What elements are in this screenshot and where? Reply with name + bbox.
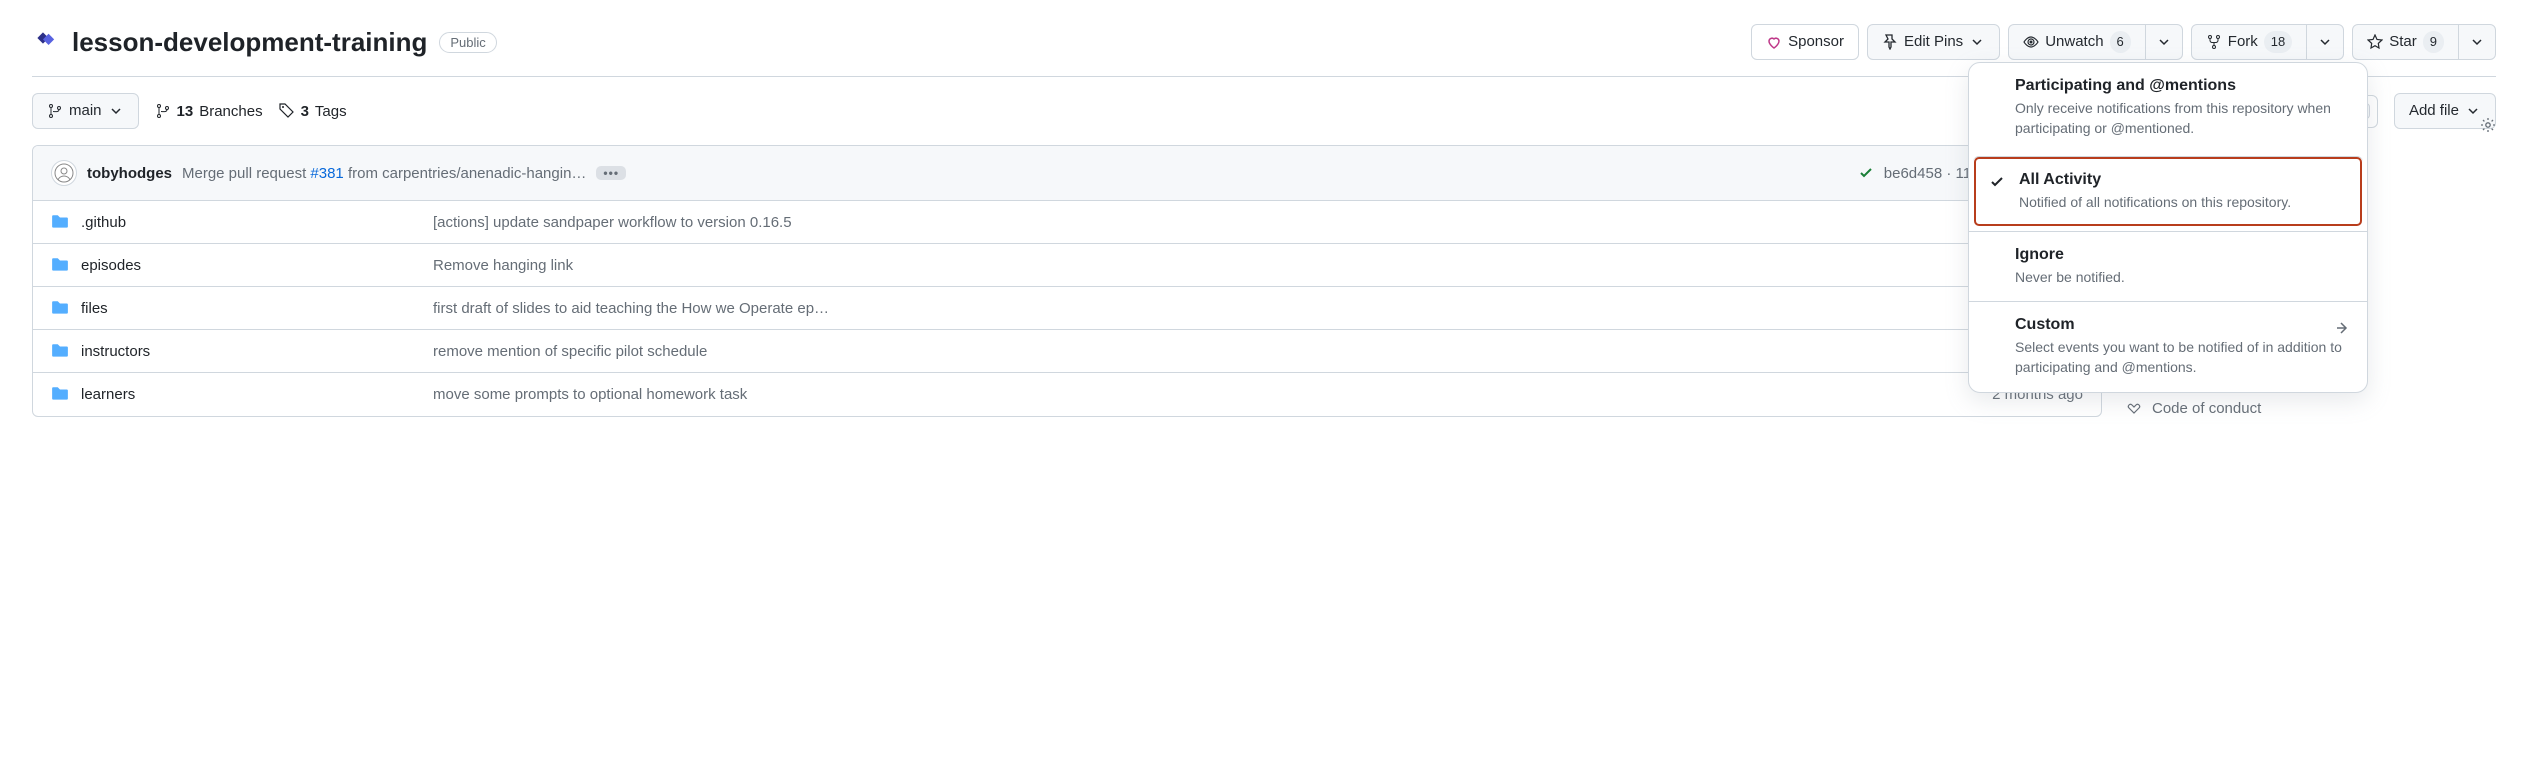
- chevron-down-icon: [2156, 34, 2172, 50]
- option-description: Select events you want to be notified of…: [2015, 338, 2349, 377]
- fork-button[interactable]: Fork 18: [2191, 24, 2307, 60]
- option-title: All Activity: [2019, 171, 2345, 189]
- notification-option[interactable]: All Activity Notified of all notification…: [1973, 156, 2363, 227]
- branches-link[interactable]: 13 Branches: [155, 103, 263, 120]
- arrow-right-icon: [2335, 320, 2351, 336]
- gear-icon[interactable]: [2480, 117, 2496, 133]
- visibility-badge: Public: [439, 32, 496, 53]
- option-title: Ignore: [2015, 246, 2349, 264]
- commit-author[interactable]: tobyhodges: [87, 165, 172, 182]
- star-icon: [2367, 34, 2383, 50]
- heart-icon: [1766, 34, 1782, 50]
- fork-icon: [2206, 34, 2222, 50]
- commit-message[interactable]: Merge pull request #381 from carpentries…: [182, 165, 586, 182]
- star-count: 9: [2423, 31, 2444, 53]
- option-description: Never be notified.: [2015, 268, 2349, 288]
- folder-icon: [51, 385, 69, 403]
- tag-icon: [279, 103, 295, 119]
- sponsor-button[interactable]: Sponsor: [1751, 24, 1859, 60]
- file-commit-msg[interactable]: Remove hanging link: [433, 257, 2063, 274]
- star-button[interactable]: Star 9: [2352, 24, 2459, 60]
- expand-commit-button[interactable]: •••: [596, 166, 626, 180]
- file-row[interactable]: learners move some prompts to optional h…: [33, 373, 2101, 415]
- file-name[interactable]: learners: [81, 386, 421, 403]
- chevron-down-icon: [1969, 34, 1985, 50]
- branch-icon: [155, 103, 171, 119]
- file-name[interactable]: .github: [81, 214, 421, 231]
- notifications-dropdown: Participating and @mentions Only receive …: [1968, 62, 2368, 393]
- unwatch-button[interactable]: Unwatch 6: [2008, 24, 2146, 60]
- chevron-down-icon: [108, 103, 124, 119]
- chevron-down-icon: [2465, 103, 2481, 119]
- folder-icon: [51, 342, 69, 360]
- tags-link[interactable]: 3 Tags: [279, 103, 347, 120]
- eye-icon: [2023, 34, 2039, 50]
- code-of-conduct-link[interactable]: Code of conduct: [2152, 400, 2261, 417]
- notification-option[interactable]: Custom Select events you want to be notif…: [1969, 301, 2367, 391]
- file-row[interactable]: files first draft of slides to aid teach…: [33, 287, 2101, 330]
- check-icon: [1989, 174, 2005, 190]
- chevron-down-icon: [2469, 34, 2485, 50]
- pr-link[interactable]: #381: [310, 165, 343, 182]
- star-dropdown-button[interactable]: [2458, 24, 2496, 60]
- file-name[interactable]: instructors: [81, 343, 421, 360]
- folder-icon: [51, 299, 69, 317]
- notification-option[interactable]: Ignore Never be notified.: [1969, 231, 2367, 302]
- option-description: Only receive notifications from this rep…: [2015, 99, 2349, 138]
- watch-dropdown-button[interactable]: [2145, 24, 2183, 60]
- branch-selector-button[interactable]: main: [32, 93, 139, 129]
- file-row[interactable]: instructors remove mention of specific p…: [33, 330, 2101, 373]
- option-description: Notified of all notifications on this re…: [2019, 193, 2345, 213]
- file-row[interactable]: .github [actions] update sandpaper workf…: [33, 201, 2101, 244]
- check-icon[interactable]: [1858, 165, 1874, 181]
- file-name[interactable]: files: [81, 300, 421, 317]
- fork-dropdown-button[interactable]: [2306, 24, 2344, 60]
- code-of-conduct-icon: [2126, 401, 2142, 417]
- folder-icon: [51, 256, 69, 274]
- file-row[interactable]: episodes Remove hanging link 2: [33, 244, 2101, 287]
- chevron-down-icon: [2317, 34, 2333, 50]
- edit-pins-button[interactable]: Edit Pins: [1867, 24, 2000, 60]
- option-title: Participating and @mentions: [2015, 77, 2349, 95]
- pin-icon: [1882, 34, 1898, 50]
- option-title: Custom: [2015, 316, 2349, 334]
- fork-count: 18: [2264, 31, 2292, 53]
- file-commit-msg[interactable]: move some prompts to optional homework t…: [433, 386, 1980, 403]
- file-name[interactable]: episodes: [81, 257, 421, 274]
- watch-count: 6: [2110, 31, 2131, 53]
- folder-icon: [51, 213, 69, 231]
- avatar[interactable]: [51, 160, 77, 186]
- file-commit-msg[interactable]: [actions] update sandpaper workflow to v…: [433, 214, 2071, 231]
- file-commit-msg[interactable]: remove mention of specific pilot schedul…: [433, 343, 2071, 360]
- notification-option[interactable]: Participating and @mentions Only receive …: [1969, 63, 2367, 152]
- repo-title[interactable]: lesson-development-training: [72, 27, 427, 58]
- file-listing: tobyhodges Merge pull request #381 from …: [32, 145, 2102, 417]
- repo-icon: [32, 27, 60, 58]
- branch-icon: [47, 103, 63, 119]
- file-commit-msg[interactable]: first draft of slides to aid teaching th…: [433, 300, 2071, 317]
